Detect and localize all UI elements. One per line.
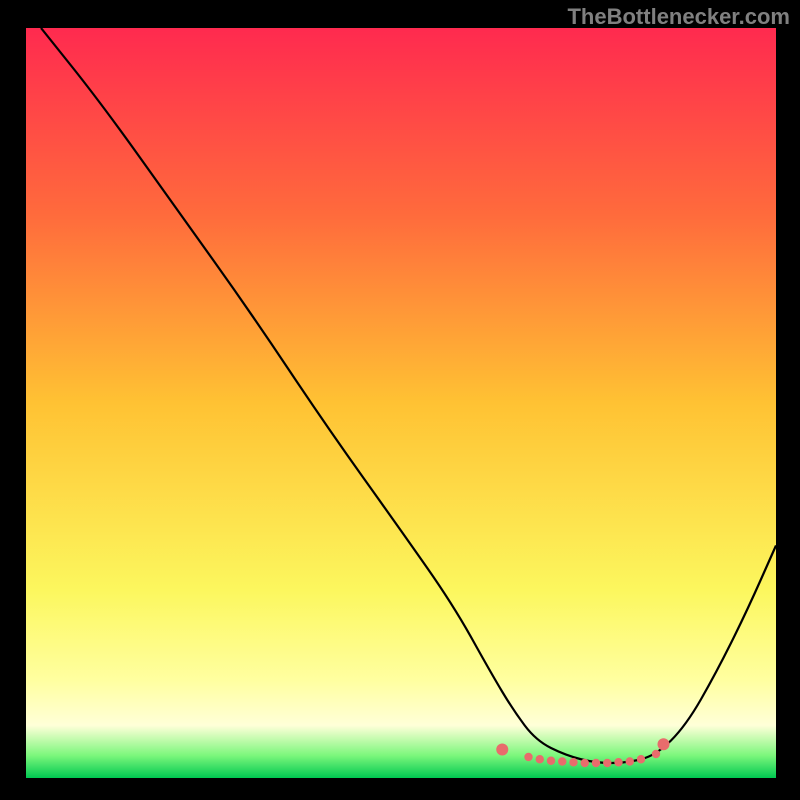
- curve-marker: [614, 758, 622, 766]
- curve-marker: [603, 759, 611, 767]
- curve-marker: [658, 738, 670, 750]
- curve-marker: [524, 753, 532, 761]
- curve-marker: [592, 759, 600, 767]
- curve-marker: [569, 758, 577, 766]
- chart-area: [26, 28, 776, 778]
- curve-marker: [558, 757, 566, 765]
- curve-marker: [626, 757, 634, 765]
- chart-svg: [26, 28, 776, 778]
- gradient-background: [26, 28, 776, 778]
- curve-marker: [496, 744, 508, 756]
- watermark-text: TheBottlenecker.com: [567, 4, 790, 30]
- curve-marker: [652, 750, 660, 758]
- curve-marker: [536, 755, 544, 763]
- curve-marker: [581, 759, 589, 767]
- curve-marker: [637, 755, 645, 763]
- curve-marker: [547, 757, 555, 765]
